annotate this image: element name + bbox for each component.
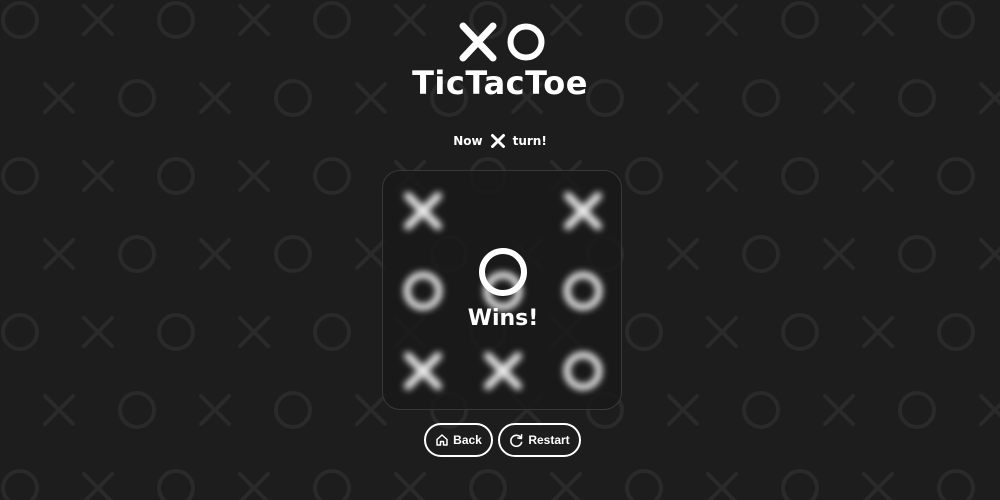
restart-button[interactable]: Restart (498, 423, 581, 457)
back-button[interactable]: Back (424, 423, 493, 457)
restart-label: Restart (528, 433, 570, 447)
game-board: Wins! (382, 170, 622, 410)
page-title: TicTacToe (412, 64, 588, 102)
winner-label: Wins! (467, 306, 539, 331)
turn-suffix: turn! (512, 134, 547, 148)
logo (459, 22, 545, 62)
x-icon (459, 22, 497, 62)
main-content: TicTacToe Now turn! Wins! Back Restart (0, 0, 1000, 500)
o-icon (479, 248, 527, 296)
home-icon (436, 434, 448, 446)
o-icon (507, 23, 545, 61)
back-label: Back (453, 433, 482, 447)
restart-icon (510, 433, 523, 447)
x-icon (490, 134, 505, 148)
turn-indicator: Now turn! (0, 133, 1000, 149)
turn-prefix: Now (453, 134, 483, 148)
winner-overlay: Wins! (383, 171, 621, 409)
game-screen: TicTacToe Now turn! Wins! Back Restart (0, 0, 1000, 500)
